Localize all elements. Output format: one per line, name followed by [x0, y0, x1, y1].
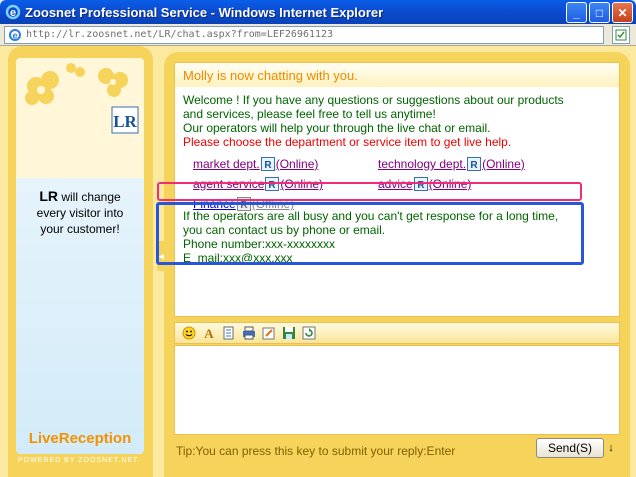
- page-icon: e: [8, 28, 22, 42]
- address-url[interactable]: http://lr.zoosnet.net/LR/chat.aspx?from=…: [26, 29, 333, 40]
- welcome-line1: Welcome ! If you have any questions or s…: [183, 93, 564, 107]
- svg-text:e: e: [12, 30, 17, 40]
- file-icon[interactable]: [221, 325, 237, 341]
- lr-status-icon: R: [467, 157, 482, 171]
- powered-by: POWERED BY ZOOSNET.NET: [18, 457, 139, 464]
- minimize-button[interactable]: _: [566, 2, 587, 23]
- svg-text:A: A: [204, 326, 214, 340]
- font-icon[interactable]: A: [201, 325, 217, 341]
- svg-text:R: R: [470, 160, 478, 171]
- lr-tagline: LR will change every visitor into your c…: [16, 188, 144, 237]
- refresh-icon[interactable]: [301, 325, 317, 341]
- department-technology[interactable]: technology dept. R (Online): [378, 157, 525, 171]
- lr-logo-icon: LR: [110, 105, 140, 135]
- save-icon[interactable]: [281, 325, 297, 341]
- address-field[interactable]: e http://lr.zoosnet.net/LR/chat.aspx?fro…: [4, 25, 604, 44]
- print-icon[interactable]: [241, 325, 257, 341]
- highlight-choose-box: [157, 182, 582, 201]
- left-panel-inner: LR LR will change every visitor into you…: [16, 58, 144, 454]
- edit-icon[interactable]: [261, 325, 277, 341]
- choose-department-text: Please choose the department or service …: [183, 135, 512, 149]
- smiley-icon[interactable]: [181, 325, 197, 341]
- title-bar[interactable]: e Zoosnet Professional Service - Windows…: [0, 0, 636, 24]
- department-market[interactable]: market dept. R (Online): [193, 157, 318, 171]
- highlight-department-box: [156, 202, 584, 265]
- chat-header: Molly is now chatting with you.: [175, 63, 619, 87]
- department-status[interactable]: (Online): [482, 157, 525, 171]
- department-name[interactable]: technology dept.: [378, 157, 466, 171]
- close-button[interactable]: ✕: [612, 2, 633, 23]
- chat-toolbar: A: [174, 322, 620, 344]
- reply-input[interactable]: [174, 345, 620, 435]
- submit-tip: Tip:You can press this key to submit you…: [176, 444, 456, 458]
- department-name[interactable]: market dept.: [193, 157, 260, 171]
- address-bar: e http://lr.zoosnet.net/LR/chat.aspx?fro…: [0, 24, 636, 46]
- tagline-brand: LR: [39, 188, 58, 204]
- maximize-button[interactable]: □: [589, 2, 610, 23]
- tagline-line1: will change: [57, 190, 121, 204]
- send-options-arrow[interactable]: ↓: [606, 438, 616, 458]
- brand-name: LiveReception: [28, 430, 132, 447]
- tagline-line3: your customer!: [40, 222, 120, 236]
- compatibility-view-icon[interactable]: [612, 26, 630, 44]
- left-panel: LR LR will change every visitor into you…: [8, 46, 153, 477]
- tagline-line2: every visitor into: [36, 206, 124, 220]
- department-status[interactable]: (Online): [276, 157, 319, 171]
- page-content: LR LR will change every visitor into you…: [0, 46, 636, 477]
- welcome-line3: Our operators will help your through the…: [183, 121, 491, 135]
- lr-status-icon: R: [260, 157, 275, 171]
- welcome-line2: and services, please feel free to tell u…: [183, 107, 436, 121]
- ie-icon: e: [5, 4, 21, 20]
- window-title: Zoosnet Professional Service - Windows I…: [25, 4, 384, 20]
- window-controls: _ □ ✕: [566, 2, 633, 23]
- svg-text:e: e: [10, 7, 16, 19]
- send-button[interactable]: Send(S): [536, 438, 604, 458]
- svg-text:R: R: [264, 160, 272, 171]
- svg-text:LR: LR: [113, 112, 137, 131]
